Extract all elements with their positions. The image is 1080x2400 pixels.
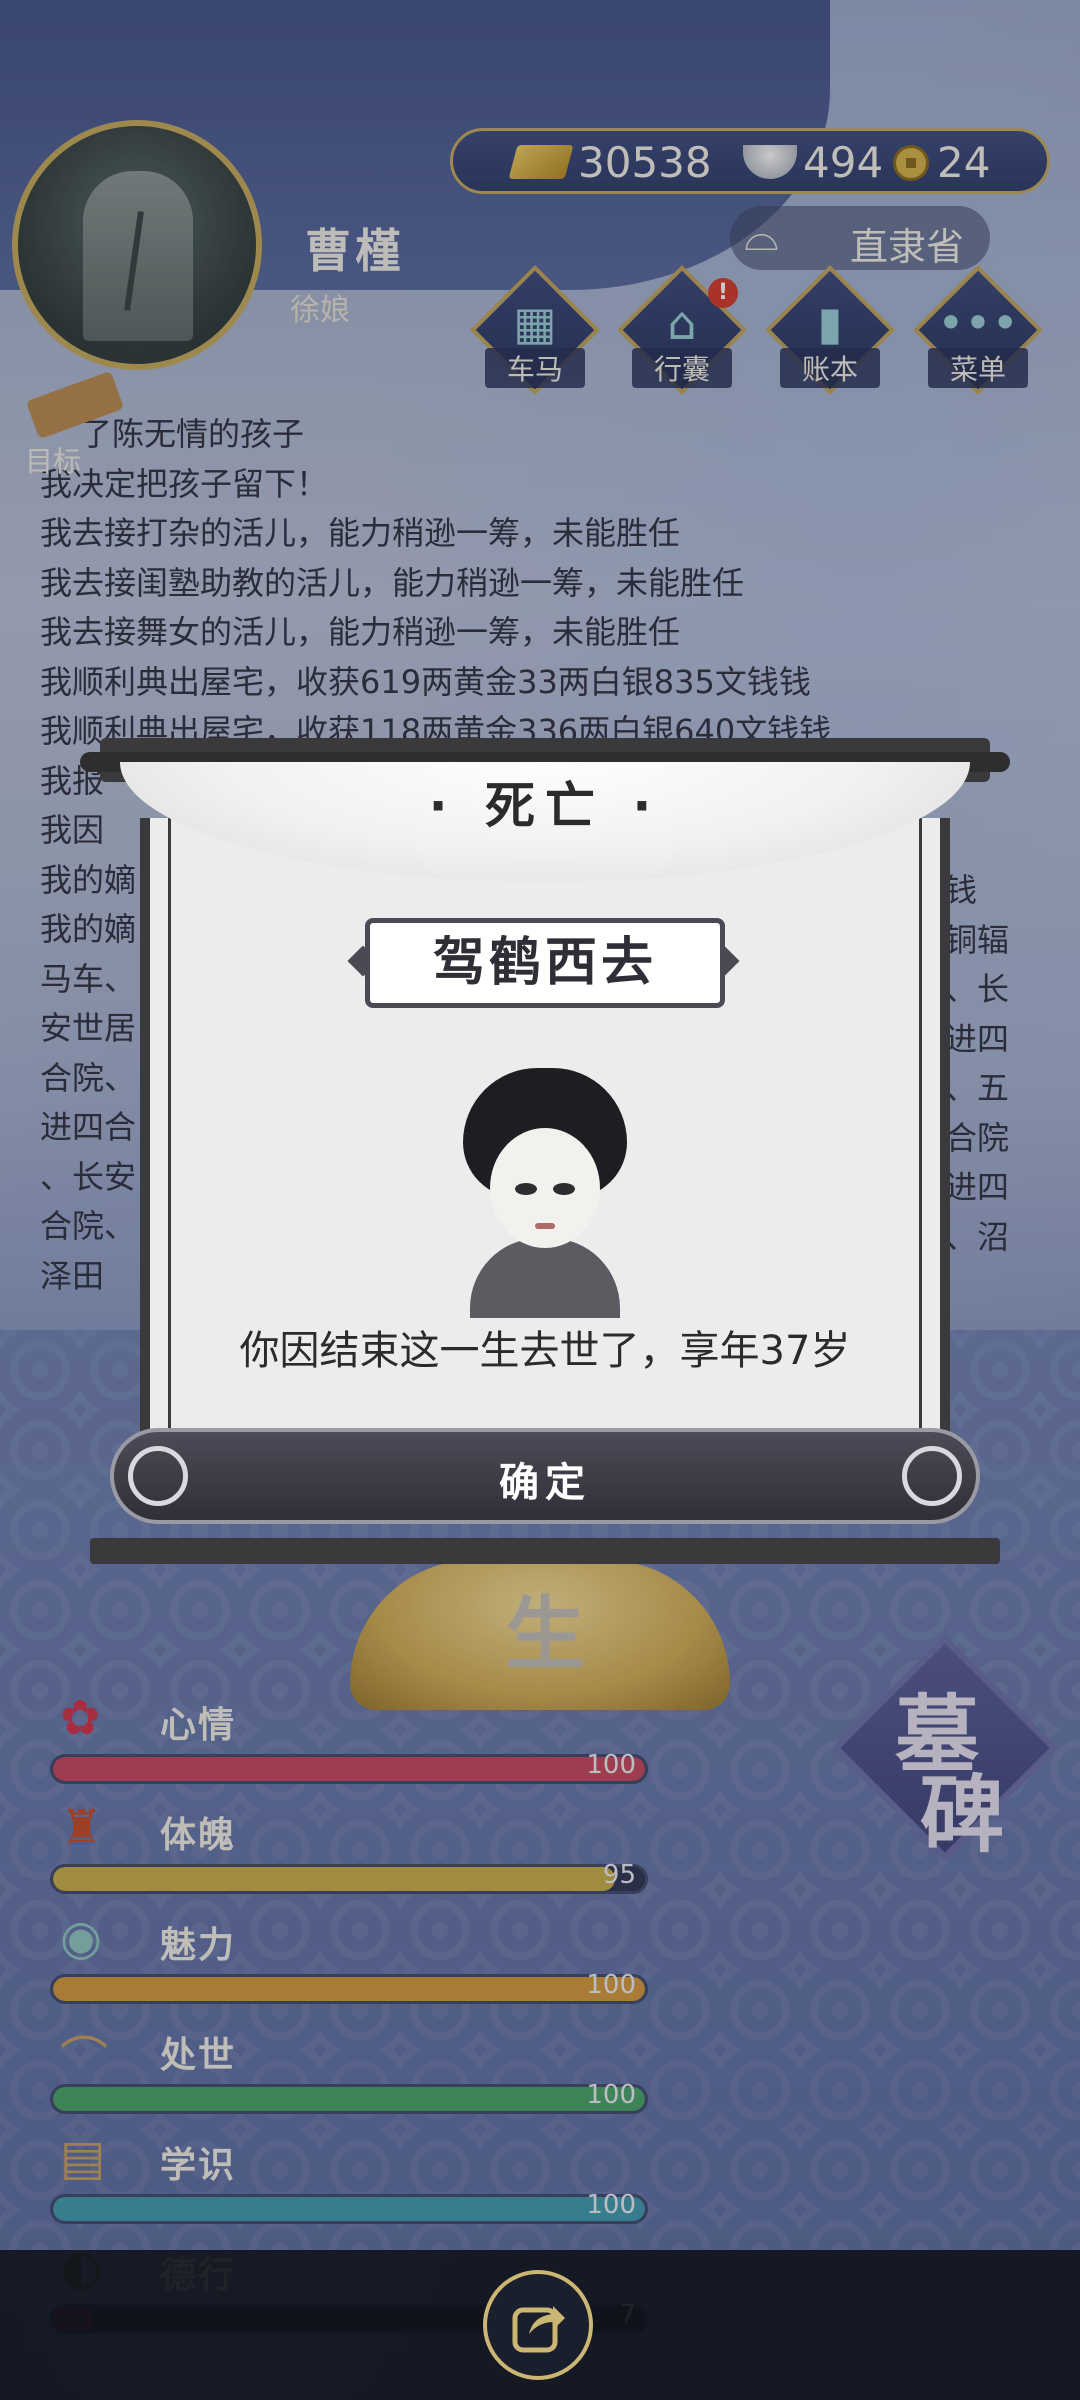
confirm-label: 确定 — [499, 1460, 591, 1506]
dialog-title: · 死亡 · — [428, 777, 662, 835]
dialog-message: 你因结束这一生去世了，享年37岁 — [239, 1328, 851, 1374]
dialog-base — [90, 1538, 1000, 1564]
character-portrait — [455, 1068, 635, 1318]
dialog-subtitle: 驾鹤西去 — [365, 918, 725, 1008]
confirm-button[interactable]: 确定 — [110, 1428, 980, 1524]
death-dialog: · 死亡 · 驾鹤西去 你因结束这一生去世了，享年37岁 确定 — [80, 738, 1010, 1568]
